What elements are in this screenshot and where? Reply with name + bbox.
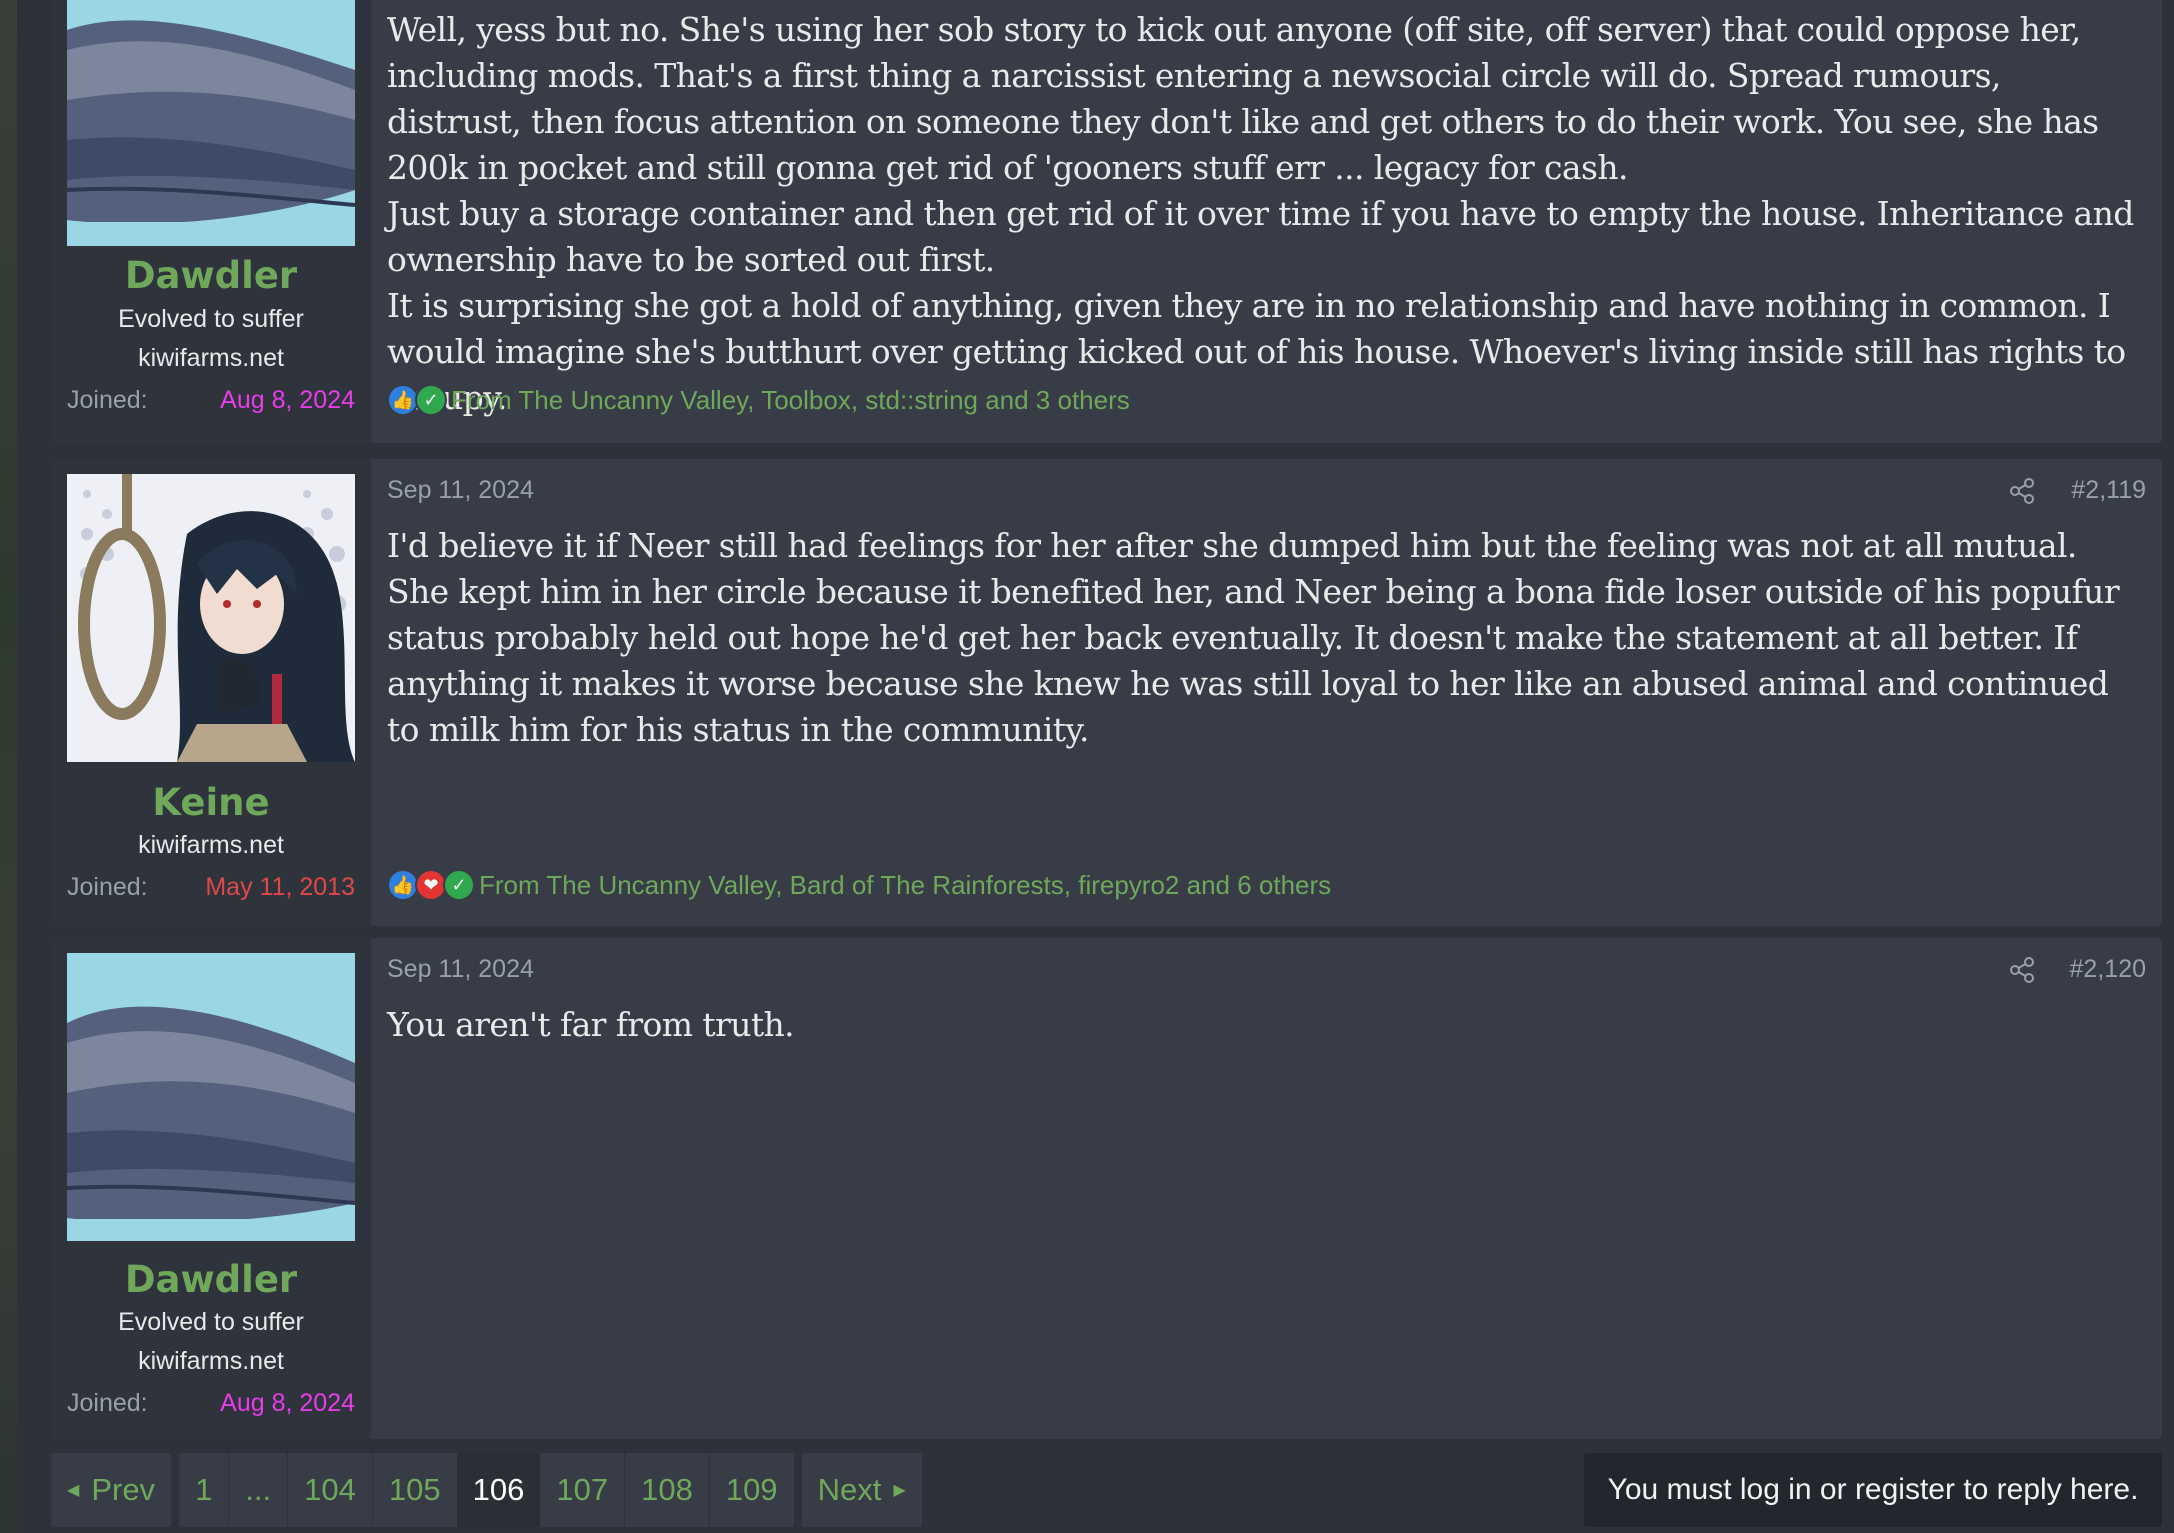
next-button[interactable]: Next ▶	[801, 1453, 922, 1527]
post-number[interactable]: #2,119	[2071, 476, 2146, 505]
thread-page: Dawdler Evolved to suffer kiwifarms.net …	[17, 0, 2174, 1533]
post: Dawdler Evolved to suffer kiwifarms.net …	[51, 0, 2162, 443]
joined-label: Joined:	[67, 873, 148, 901]
joined-date: Aug 8, 2024	[220, 386, 355, 414]
message-body: You aren't far from truth.	[387, 1002, 2142, 1048]
reactions-bar[interactable]: 👍 ✓ From The Uncanny Valley, Toolbox, st…	[387, 384, 1130, 416]
reply-notice: You must log in or register to reply her…	[1584, 1453, 2162, 1527]
message-paragraph: You aren't far from truth.	[387, 1005, 795, 1044]
reactions-text[interactable]: From The Uncanny Valley, Toolbox, std::s…	[451, 385, 1130, 416]
check-icon: ✓	[443, 869, 475, 901]
username[interactable]: Dawdler	[51, 1258, 371, 1301]
avatar[interactable]	[67, 474, 355, 762]
share-icon[interactable]	[2008, 956, 2036, 984]
joined-date: May 11, 2013	[205, 873, 355, 901]
post-date[interactable]: Sep 11, 2024	[387, 476, 534, 505]
username[interactable]: Keine	[51, 781, 371, 824]
page-link[interactable]: 107	[540, 1453, 624, 1527]
joined-date: Aug 8, 2024	[220, 1389, 355, 1417]
username[interactable]: Dawdler	[51, 254, 371, 297]
message-paragraph: I'd believe it if Neer still had feeling…	[387, 526, 2120, 749]
post-number[interactable]: #2,120	[2070, 955, 2146, 984]
post: Dawdler Evolved to suffer kiwifarms.net …	[51, 938, 2162, 1439]
user-info: Keine kiwifarms.net Joined: May 11, 2013	[51, 459, 371, 926]
post-content: Well, yess but no. She's using her sob s…	[371, 0, 2162, 443]
user-title: Evolved to suffer	[118, 305, 304, 333]
post-content: Sep 11, 2024 #2,120 You aren't far from …	[371, 938, 2162, 1439]
page-ellipsis[interactable]: ...	[228, 1453, 287, 1527]
reactions-text[interactable]: From The Uncanny Valley, Bard of The Rai…	[479, 870, 1331, 901]
prev-label: Prev	[91, 1472, 156, 1507]
share-icon[interactable]	[2008, 477, 2036, 505]
post-content: Sep 11, 2024 #2,119 I'd believe it if Ne…	[371, 459, 2162, 926]
user-site: kiwifarms.net	[138, 831, 284, 859]
message-body: I'd believe it if Neer still had feeling…	[387, 523, 2142, 753]
chevron-right-icon: ▶	[893, 1482, 906, 1499]
page-numbers: 1 ... 104 105 106 107 108 109	[179, 1453, 794, 1527]
page-link[interactable]: 109	[708, 1453, 794, 1527]
next-label: Next	[817, 1472, 882, 1507]
user-site: kiwifarms.net	[138, 344, 284, 372]
check-icon: ✓	[415, 384, 447, 416]
message-paragraph: Well, yess but no. She's using her sob s…	[387, 10, 2099, 187]
user-info: Dawdler Evolved to suffer kiwifarms.net …	[51, 0, 371, 443]
joined-label: Joined:	[67, 386, 148, 414]
page-link[interactable]: 1	[179, 1453, 228, 1527]
message-paragraph: Just buy a storage container and then ge…	[387, 194, 2134, 279]
prev-button[interactable]: ◀ Prev	[51, 1453, 172, 1527]
message-body: Well, yess but no. She's using her sob s…	[387, 7, 2142, 421]
page-link[interactable]: 108	[624, 1453, 709, 1527]
reaction-icons: 👍 ✓	[387, 384, 447, 416]
user-info: Dawdler Evolved to suffer kiwifarms.net …	[51, 938, 371, 1439]
page-link[interactable]: 104	[287, 1453, 372, 1527]
page-link[interactable]: 105	[371, 1453, 457, 1527]
chevron-left-icon: ◀	[67, 1482, 80, 1499]
post-date[interactable]: Sep 11, 2024	[387, 955, 534, 984]
joined-label: Joined:	[67, 1389, 148, 1417]
page-current[interactable]: 106	[456, 1453, 541, 1527]
reactions-bar[interactable]: 👍 ❤ ✓ From The Uncanny Valley, Bard of T…	[387, 869, 1331, 901]
background-strip	[0, 0, 17, 1533]
pagination: ◀ Prev 1 ... 104 105 106 107 108 109 Nex…	[51, 1453, 922, 1527]
avatar[interactable]	[67, 953, 355, 1241]
user-title: Evolved to suffer	[118, 1308, 304, 1336]
reaction-icons: 👍 ❤ ✓	[387, 869, 475, 901]
avatar[interactable]	[67, 0, 355, 246]
post: Keine kiwifarms.net Joined: May 11, 2013…	[51, 459, 2162, 926]
user-site: kiwifarms.net	[138, 1347, 284, 1375]
